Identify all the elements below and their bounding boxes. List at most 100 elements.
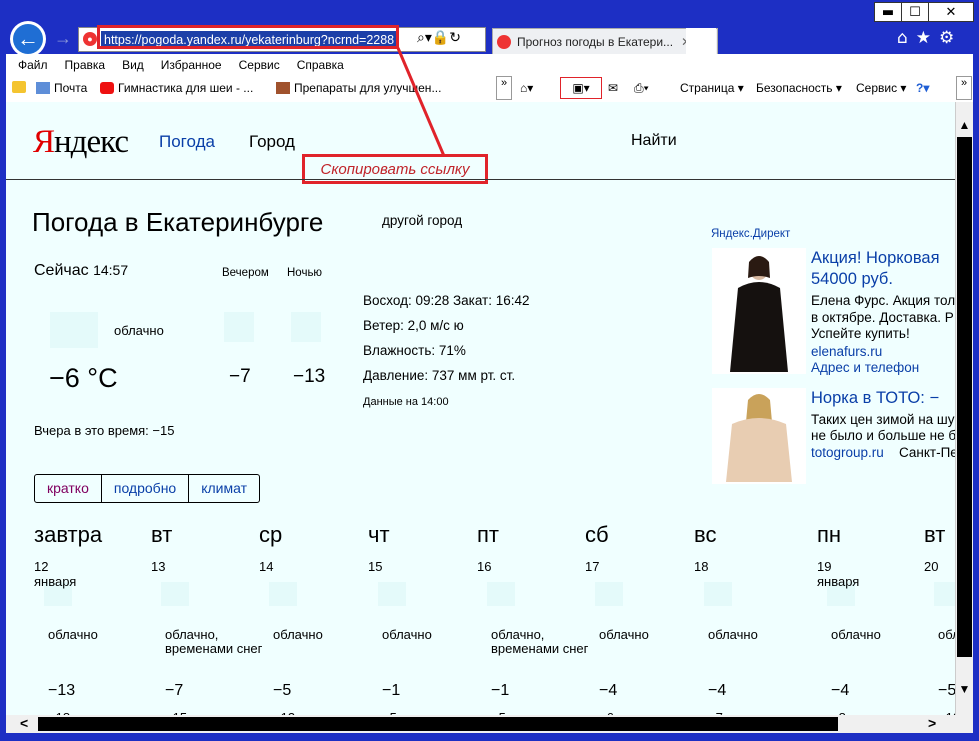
- forecast-day-date: 12 января: [34, 559, 77, 589]
- vertical-scrollbar[interactable]: ▲ ▼: [955, 102, 973, 715]
- fav-gymnastics[interactable]: Гимнастика для шеи - ...: [100, 81, 253, 95]
- yandex-logo[interactable]: Яндекс: [33, 124, 129, 161]
- page-title: Погода в Екатеринбурге: [32, 207, 324, 237]
- cmd-tools-menu[interactable]: Сервис ▾: [856, 81, 906, 95]
- forecast-day-name: сб: [585, 522, 609, 547]
- back-button[interactable]: ←: [10, 21, 46, 57]
- now-label: Сейчас 14:57: [34, 262, 129, 279]
- ad2-link[interactable]: totogroup.ru: [811, 445, 884, 460]
- menu-tools[interactable]: Сервис: [239, 58, 280, 72]
- menu-view[interactable]: Вид: [122, 58, 144, 72]
- youtube-icon: [100, 82, 114, 94]
- cmd-page-menu[interactable]: Страница ▾: [680, 81, 744, 95]
- ad1-title-line2[interactable]: 54000 руб.: [811, 270, 893, 289]
- horizontal-scrollbar[interactable]: < >: [6, 715, 973, 733]
- tab-weather[interactable]: Прогноз погоды в Екатери... ✕: [492, 28, 718, 54]
- forecast-day-condition: облачно: [382, 627, 432, 642]
- mail-icon: [36, 82, 50, 94]
- maximize-button[interactable]: ☐: [901, 2, 929, 22]
- menu-bar: Файл Правка Вид Избранное Сервис Справка: [6, 54, 973, 76]
- cmd-more-button[interactable]: »: [956, 76, 972, 100]
- scroll-left-icon[interactable]: <: [20, 715, 28, 731]
- cmd-mail-icon[interactable]: ✉: [608, 81, 618, 95]
- forecast-day-temp: −4: [599, 682, 618, 699]
- cmd-print-icon[interactable]: ⎙▾: [634, 81, 649, 96]
- fav-more-button[interactable]: »: [496, 76, 512, 100]
- fav-mail[interactable]: Почта: [36, 81, 87, 95]
- now-condition: облачно: [114, 323, 164, 338]
- data-timestamp: Данные на 14:00: [363, 396, 449, 408]
- cloud-icon: [224, 312, 254, 342]
- horizontal-scroll-thumb[interactable]: [38, 717, 838, 731]
- favorites-star-add-icon[interactable]: [12, 81, 26, 93]
- scroll-down-icon[interactable]: ▼: [956, 682, 973, 700]
- tab-brief[interactable]: кратко: [35, 475, 102, 502]
- favorites-star-icon[interactable]: ★: [916, 28, 931, 48]
- forecast-day-date: 13: [151, 559, 166, 574]
- minimize-button[interactable]: ▬: [874, 2, 902, 22]
- page-icon: [276, 82, 290, 94]
- yesterday-temperature: Вчера в это время: −15: [34, 423, 175, 438]
- nav-city-link[interactable]: Город: [249, 132, 295, 152]
- ad2-title[interactable]: Норка в ТОТО: −: [811, 389, 939, 408]
- cloud-icon: [50, 312, 98, 348]
- scroll-up-icon[interactable]: ▲: [956, 118, 973, 136]
- sunrise-sunset: Восход: 09:28 Закат: 16:42: [363, 293, 530, 308]
- wind-info: Ветер: 2,0 м/с ю: [363, 318, 464, 333]
- home-icon[interactable]: ⌂: [897, 28, 908, 48]
- forecast-day-date: 19 января: [817, 559, 860, 589]
- now-time: 14:57: [93, 262, 129, 278]
- new-tab-button[interactable]: [686, 28, 716, 54]
- forecast-day-name: пн: [817, 522, 842, 547]
- ad2-place: Санкт-Пе: [899, 445, 955, 460]
- forecast-day-date: 16: [477, 559, 492, 574]
- ad1-contacts-link[interactable]: Адрес и телефон: [811, 360, 919, 375]
- ad2-text-line1: Таких цен зимой на шу: [811, 412, 955, 427]
- menu-file[interactable]: Файл: [18, 58, 48, 72]
- find-button[interactable]: Найти: [631, 132, 677, 150]
- forecast-day-date: 17: [585, 559, 600, 574]
- other-city-link[interactable]: другой город: [382, 213, 462, 228]
- forecast-day-condition: облачно, временами снег: [491, 627, 589, 656]
- forecast-day-date: 15: [368, 559, 383, 574]
- tab-title: Прогноз погоды в Екатери...: [517, 34, 674, 49]
- ad2-text-line2: не было и больше не б: [811, 428, 955, 443]
- forecast-view-tabs: кратко подробно климат: [34, 474, 261, 503]
- ad2-image[interactable]: [712, 388, 806, 484]
- cloud-icon: [291, 312, 321, 342]
- menu-favorites[interactable]: Избранное: [161, 58, 222, 72]
- menu-edit[interactable]: Правка: [65, 58, 106, 72]
- tab-favicon-icon: [497, 34, 511, 49]
- cmd-security-menu[interactable]: Безопасность ▾: [756, 81, 842, 95]
- forecast-day-condition: обл: [938, 627, 955, 642]
- forecast-day-date: 14: [259, 559, 274, 574]
- vertical-scroll-thumb[interactable]: [957, 137, 972, 657]
- ad1-title-line1[interactable]: Акция! Норковая: [811, 249, 940, 268]
- gear-icon[interactable]: ⚙: [939, 28, 954, 48]
- forecast-day-temp: −5: [273, 682, 292, 699]
- forecast-day-name: вт: [924, 522, 946, 547]
- close-button[interactable]: ✕: [928, 2, 974, 22]
- menu-help[interactable]: Справка: [297, 58, 344, 72]
- toolbar-right-icons: ⌂ ★ ⚙: [897, 28, 954, 48]
- cmd-home-icon[interactable]: ⌂▾: [520, 81, 533, 95]
- forecast-day-condition: облачно: [831, 627, 881, 642]
- forecast-day-temp: −4: [831, 682, 850, 699]
- forecast-day-condition: облачно, временами снег: [165, 627, 263, 656]
- now-temperature: −6 °C: [49, 363, 118, 393]
- yandex-direct-label[interactable]: Яндекс.Директ: [711, 228, 790, 240]
- cmd-rss-icon[interactable]: ▣▾: [560, 77, 602, 99]
- scroll-right-icon[interactable]: >: [928, 715, 936, 731]
- ad1-image[interactable]: [712, 248, 806, 374]
- tab-detailed[interactable]: подробно: [102, 475, 190, 502]
- nav-weather-link[interactable]: Погода: [159, 132, 215, 152]
- fav-drugs[interactable]: Препараты для улучшен...: [276, 81, 441, 95]
- address-bar-icons[interactable]: ⌕▾🔒↻: [417, 30, 461, 46]
- forward-arrow-icon[interactable]: →: [52, 27, 74, 49]
- tab-climate[interactable]: климат: [189, 475, 259, 502]
- ad1-link[interactable]: elenafurs.ru: [811, 344, 882, 359]
- evening-temperature: −7: [229, 366, 251, 387]
- header-divider: [6, 179, 955, 180]
- forecast-day-temp: −13: [48, 682, 76, 699]
- help-icon[interactable]: ?▾: [916, 81, 929, 95]
